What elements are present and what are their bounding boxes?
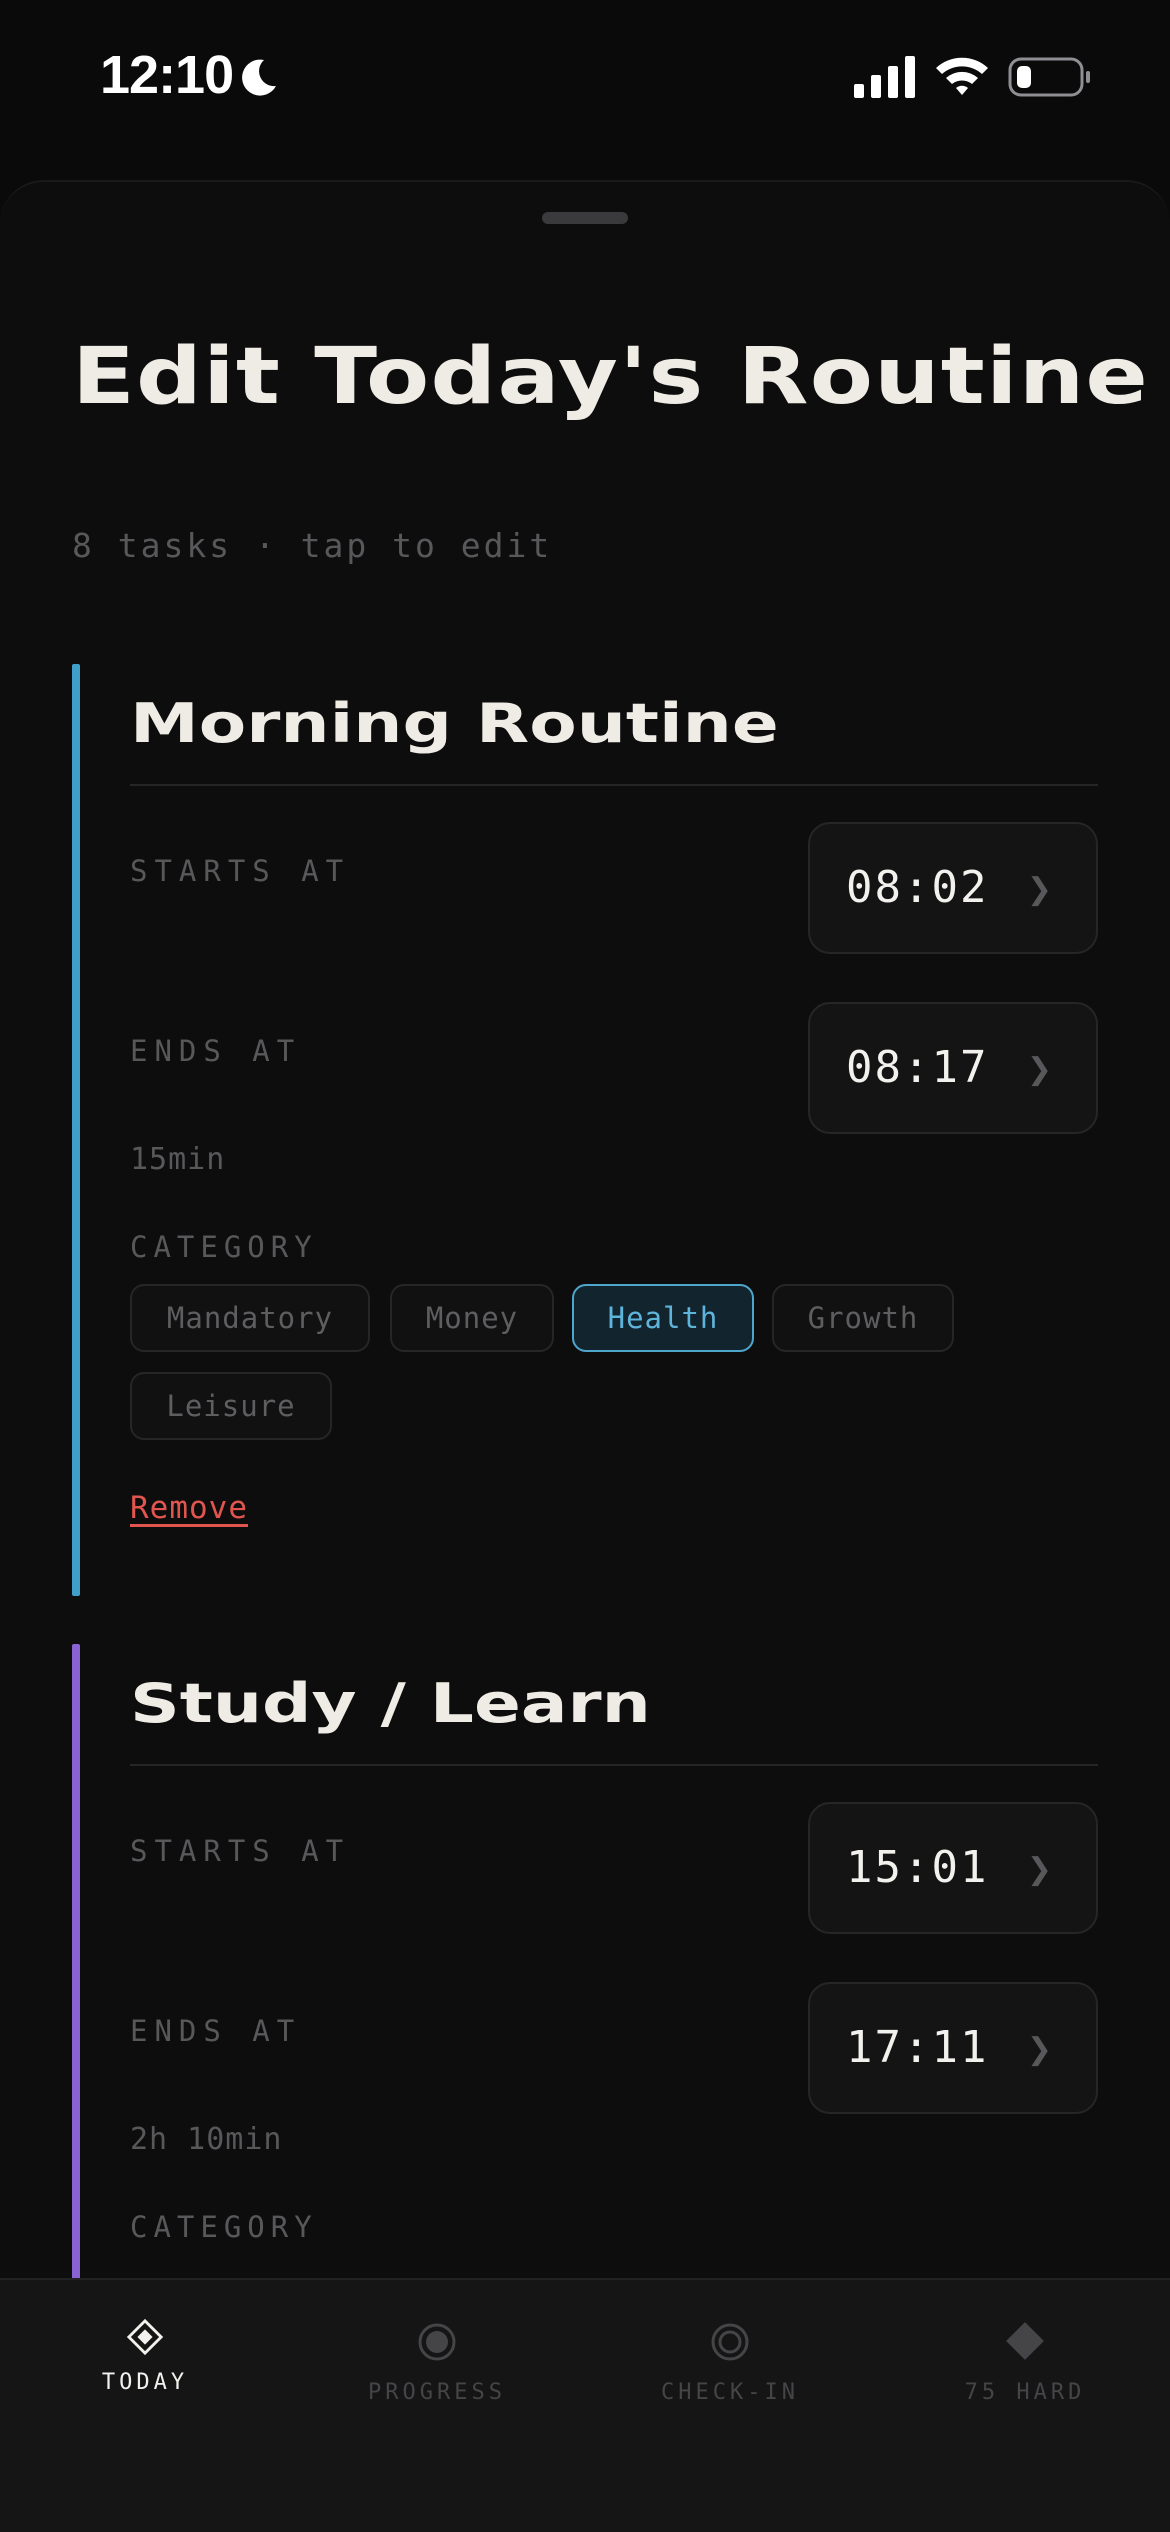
tab-label: CHECK-IN (661, 2380, 799, 2405)
task-duration: 2h 10min (130, 2122, 283, 2157)
circle-dot-icon (418, 2323, 456, 2361)
starts-at-label: STARTS AT (130, 1834, 351, 1868)
status-time: 12:10 (100, 45, 234, 105)
tab-75-hard[interactable]: 75 HARD (940, 2280, 1110, 2420)
task-title[interactable]: Morning Routine (130, 692, 779, 756)
category-chip-leisure[interactable]: Leisure (130, 1372, 332, 1440)
chevron-right-icon: ❯ (1026, 2032, 1052, 2067)
task-duration: 15min (130, 1142, 226, 1177)
status-bar: 12:10 (0, 0, 1170, 150)
category-label: CATEGORY (130, 2210, 318, 2244)
start-time-button[interactable]: 08:02 ❯ (808, 822, 1098, 954)
starts-at-label: STARTS AT (130, 854, 351, 888)
task-card-morning-routine: Morning Routine STARTS AT 08:02 ❯ ENDS A… (72, 664, 1098, 1596)
tab-label: PROGRESS (368, 2380, 506, 2405)
tab-label: TODAY (101, 2370, 189, 2395)
ends-at-label: ENDS AT (130, 1034, 302, 1068)
wifi-icon (936, 57, 988, 95)
signal-icon (854, 56, 915, 98)
page-subtitle: 8 tasks · tap to edit (72, 526, 553, 565)
end-time-value: 08:17 (846, 1042, 989, 1093)
task-divider (130, 784, 1098, 786)
diamond-outline-icon (126, 2318, 164, 2356)
category-chip-health[interactable]: Health (572, 1284, 754, 1352)
category-chip-money[interactable]: Money (390, 1284, 554, 1352)
diamond-solid-icon (1006, 2322, 1044, 2360)
moon-icon (242, 59, 276, 96)
category-chip-mandatory[interactable]: Mandatory (130, 1284, 370, 1352)
chevron-right-icon: ❯ (1026, 1052, 1052, 1087)
chevron-right-icon: ❯ (1026, 872, 1052, 907)
chevron-right-icon: ❯ (1026, 1852, 1052, 1887)
task-card-study-learn: Study / Learn STARTS AT 15:01 ❯ ENDS AT … (72, 1644, 1098, 2344)
end-time-button[interactable]: 08:17 ❯ (808, 1002, 1098, 1134)
page-title: Edit Today's Routine (72, 332, 1150, 422)
bottom-tab-bar: TODAY PROGRESS CHECK-IN 75 HARD (0, 2278, 1170, 2532)
sheet-drag-handle[interactable] (542, 212, 628, 224)
category-label: CATEGORY (130, 1230, 318, 1264)
task-accent-bar (72, 664, 80, 1596)
start-time-button[interactable]: 15:01 ❯ (808, 1802, 1098, 1934)
tab-label: 75 HARD (964, 2380, 1086, 2405)
end-time-button[interactable]: 17:11 ❯ (808, 1982, 1098, 2114)
category-chip-growth[interactable]: Growth (772, 1284, 954, 1352)
start-time-value: 15:01 (846, 1842, 989, 1893)
remove-task-link[interactable]: Remove (130, 1490, 248, 1526)
tab-check-in[interactable]: CHECK-IN (645, 2280, 815, 2420)
edit-routine-sheet: Edit Today's Routine 8 tasks · tap to ed… (0, 180, 1170, 2532)
battery-icon (1008, 57, 1090, 97)
task-divider (130, 1764, 1098, 1766)
task-title[interactable]: Study / Learn (130, 1672, 651, 1736)
task-accent-bar (72, 1644, 80, 2344)
ring-icon (711, 2323, 749, 2361)
end-time-value: 17:11 (846, 2022, 989, 2073)
tab-progress[interactable]: PROGRESS (352, 2280, 522, 2420)
tab-today[interactable]: TODAY (70, 2280, 220, 2420)
ends-at-label: ENDS AT (130, 2014, 302, 2048)
start-time-value: 08:02 (846, 862, 989, 913)
